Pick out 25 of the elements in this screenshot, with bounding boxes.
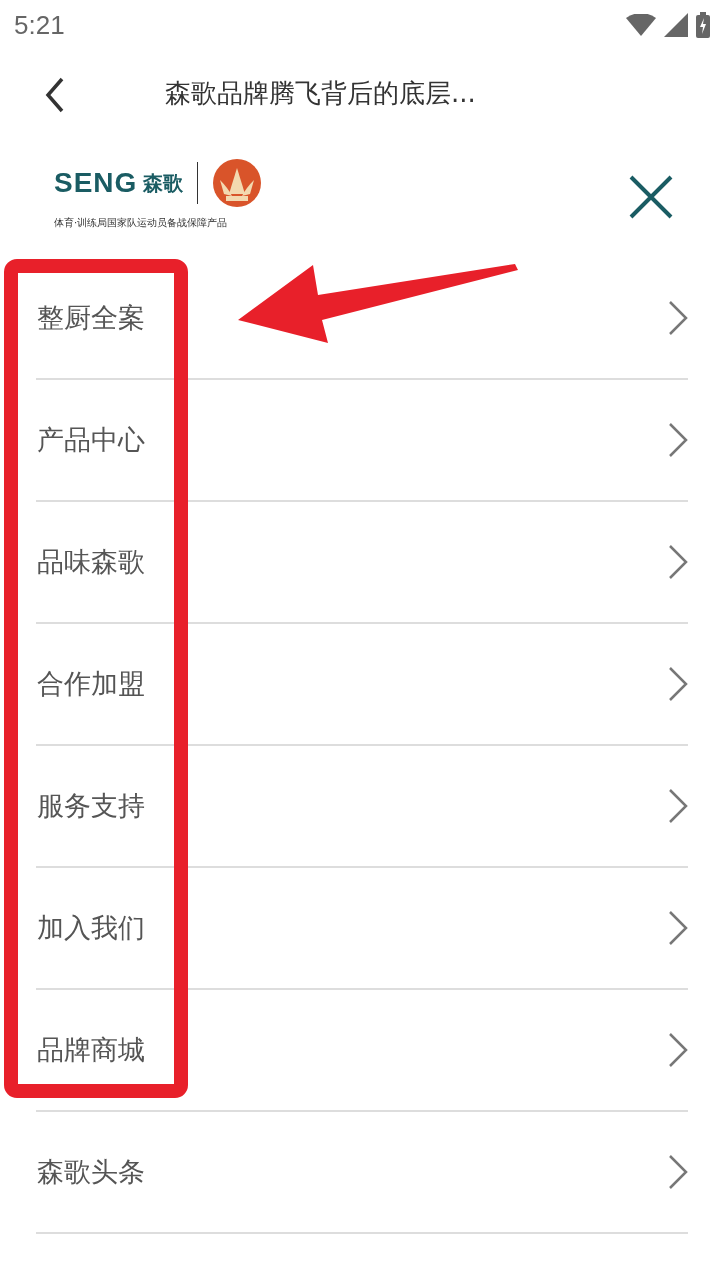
menu-item[interactable]: 加入我们 (36, 868, 688, 990)
close-button[interactable] (628, 174, 674, 220)
brand-wordmark: SENG (54, 167, 138, 199)
menu-item[interactable]: 服务支持 (36, 746, 688, 868)
chevron-icon (668, 544, 688, 580)
menu-item[interactable]: 品牌商城 (36, 990, 688, 1112)
emblem-icon (212, 158, 263, 208)
menu-item[interactable]: 品味森歌 (36, 502, 688, 624)
chevron-icon (668, 910, 688, 946)
chevron-icon (668, 1032, 688, 1068)
chevron-icon (668, 300, 688, 336)
brand-name: 森歌 (143, 169, 184, 197)
signal-icon (664, 13, 688, 37)
chevron-icon (668, 422, 688, 458)
wifi-icon (626, 14, 656, 36)
chevron-icon (668, 666, 688, 702)
status-time: 5:21 (14, 9, 65, 41)
menu-item[interactable]: 森歌头条 (36, 1112, 688, 1234)
battery-icon (696, 12, 710, 38)
page-title: 森歌品牌腾飞背后的底层... (165, 77, 476, 110)
brand-tagline: 体育·训练局国家队运动员备战保障产品 (54, 216, 229, 230)
menu-item[interactable]: 产品中心 (36, 380, 688, 502)
chevron-icon (668, 788, 688, 824)
chevron-icon (668, 1154, 688, 1190)
menu-item[interactable]: 合作加盟 (36, 624, 688, 746)
